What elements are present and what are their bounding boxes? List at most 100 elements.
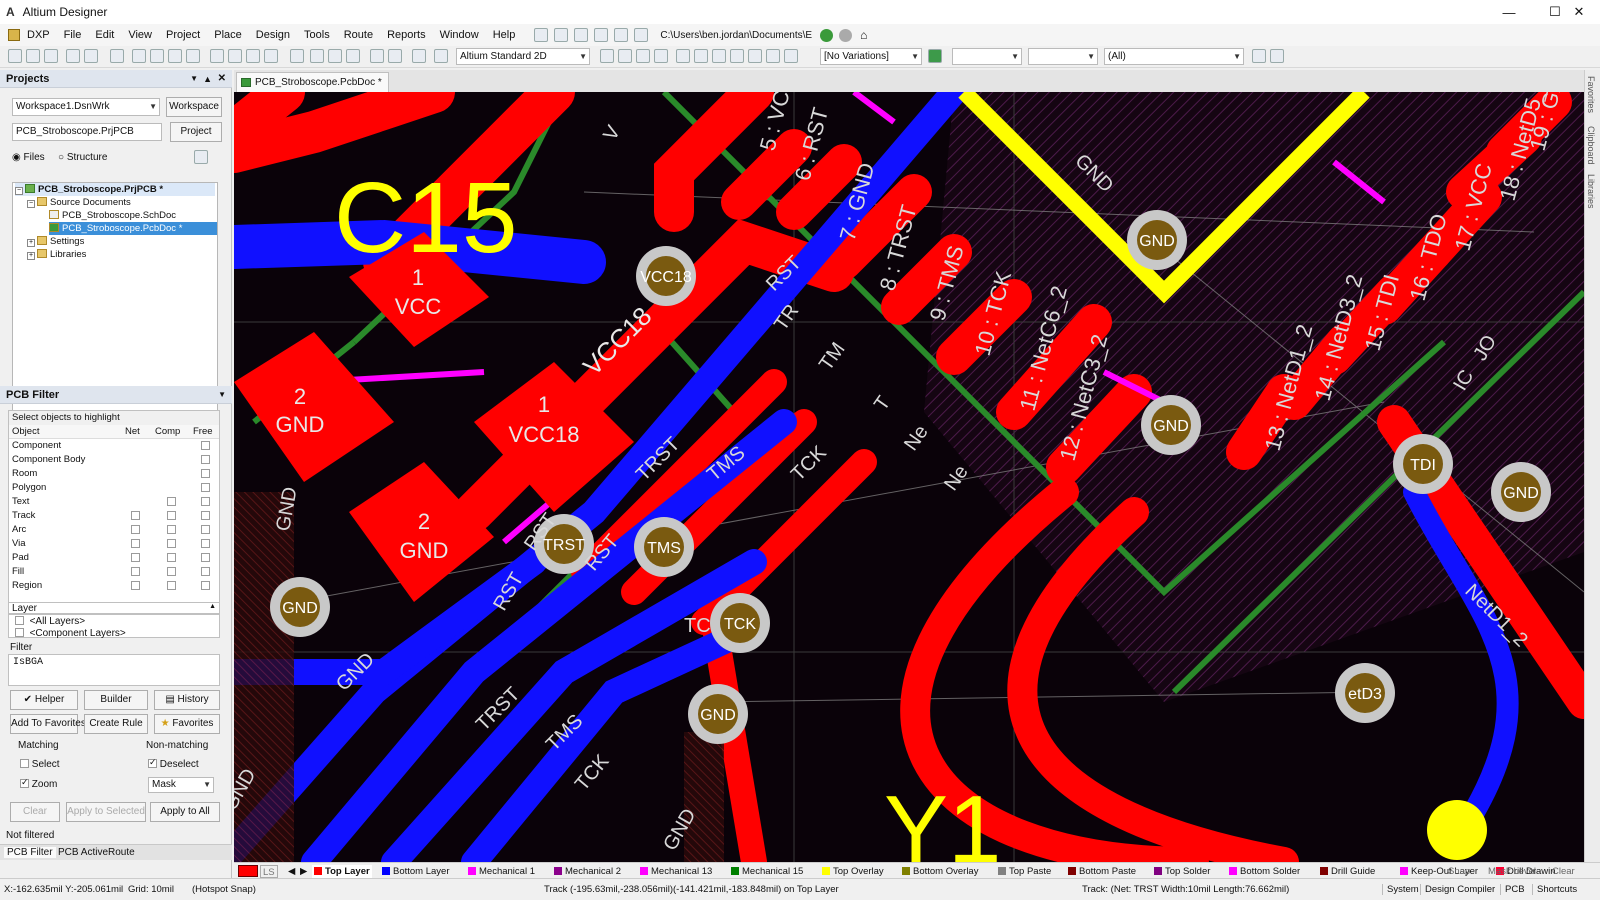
move-icon[interactable] bbox=[310, 49, 324, 63]
current-layer-swatch[interactable] bbox=[238, 865, 258, 877]
pin-icon[interactable]: ▲ bbox=[203, 70, 212, 88]
net-checkbox[interactable] bbox=[131, 511, 140, 520]
free-checkbox[interactable] bbox=[201, 581, 210, 590]
layer-tab[interactable]: Bottom Layer bbox=[382, 865, 450, 878]
tree-project[interactable]: − PCB_Stroboscope.PrjPCB * bbox=[15, 183, 215, 196]
zoom-filtered-icon[interactable] bbox=[186, 49, 200, 63]
deselect-checkbox[interactable]: Deselect bbox=[148, 757, 199, 770]
menu-window[interactable]: Window bbox=[433, 24, 486, 46]
menu-edit[interactable]: Edit bbox=[88, 24, 121, 46]
mask-level-button[interactable]: Mask Level bbox=[1488, 865, 1536, 878]
comp-checkbox[interactable] bbox=[167, 497, 176, 506]
rubber-stamp-icon[interactable] bbox=[264, 49, 278, 63]
net-checkbox[interactable] bbox=[131, 581, 140, 590]
menu-file[interactable]: File bbox=[57, 24, 89, 46]
add-to-favorites-button[interactable]: Add To Favorites bbox=[10, 714, 86, 734]
zoom-checkbox[interactable]: Zoom bbox=[20, 777, 57, 790]
comp-checkbox[interactable] bbox=[167, 581, 176, 590]
design-compiler-panel-button[interactable]: Design Compiler bbox=[1420, 884, 1495, 895]
history-button[interactable]: ▤ History bbox=[154, 690, 220, 710]
multi-route-icon[interactable] bbox=[636, 49, 650, 63]
comp-checkbox[interactable] bbox=[167, 567, 176, 576]
workspace-button[interactable]: Workspace bbox=[166, 97, 222, 117]
net-checkbox[interactable] bbox=[131, 525, 140, 534]
layer-tab[interactable]: Drill Guide bbox=[1320, 865, 1375, 878]
cross-probe-icon[interactable] bbox=[412, 49, 426, 63]
comp-checkbox[interactable] bbox=[167, 511, 176, 520]
new-icon[interactable] bbox=[8, 49, 22, 63]
component-icon[interactable] bbox=[784, 49, 798, 63]
arc-icon[interactable] bbox=[712, 49, 726, 63]
workspace-select[interactable]: Workspace1.DsnWrk ▼ bbox=[12, 98, 160, 116]
net-checkbox[interactable] bbox=[131, 553, 140, 562]
clipboard-panel-tab[interactable]: Clipboard bbox=[1586, 126, 1596, 165]
pcb-canvas[interactable]: VCC18 GND GND TRST TMS TCK GND GND etD3 TDI GND C1… bbox=[234, 92, 1584, 862]
clear-button[interactable]: Clear bbox=[10, 802, 60, 822]
apply-to-selected-button[interactable]: Apply to Selected bbox=[66, 802, 146, 822]
free-checkbox[interactable] bbox=[201, 539, 210, 548]
clear-button-layers[interactable]: Clear bbox=[1552, 865, 1575, 878]
variant-icon[interactable] bbox=[928, 49, 942, 63]
tab-pcb-activeroute[interactable]: PCB ActiveRoute bbox=[58, 847, 135, 858]
save-icon[interactable] bbox=[44, 49, 58, 63]
free-checkbox[interactable] bbox=[201, 469, 210, 478]
print-preview-icon[interactable] bbox=[84, 49, 98, 63]
zoom-fit-icon[interactable] bbox=[132, 49, 146, 63]
pad-icon[interactable] bbox=[676, 49, 690, 63]
menu-dxp[interactable]: DXP bbox=[20, 24, 57, 46]
cut-icon[interactable] bbox=[210, 49, 224, 63]
select-checkbox[interactable]: Select bbox=[20, 759, 60, 770]
builder-button[interactable]: Builder bbox=[84, 690, 148, 710]
menu-route[interactable]: Route bbox=[337, 24, 380, 46]
free-checkbox[interactable] bbox=[201, 525, 210, 534]
layer-tab[interactable]: Top Overlay bbox=[822, 865, 884, 878]
apply-to-all-button[interactable]: Apply to All bbox=[150, 802, 220, 822]
layer-tab[interactable]: Top Solder bbox=[1154, 865, 1210, 878]
forward-icon[interactable] bbox=[839, 28, 853, 42]
tab-pcbdoc[interactable]: PCB_Stroboscope.PcbDoc * bbox=[236, 72, 389, 92]
layer-tab[interactable]: Bottom Overlay bbox=[902, 865, 978, 878]
back-icon[interactable] bbox=[820, 28, 834, 42]
filter-select-b[interactable]: ▼ bbox=[1028, 48, 1098, 65]
layer-tab[interactable]: Mechanical 1 bbox=[468, 865, 535, 878]
shortcuts-panel-button[interactable]: Shortcuts bbox=[1532, 884, 1577, 895]
mask-select[interactable]: Mask ▼ bbox=[148, 777, 214, 793]
project-options-icon[interactable] bbox=[194, 150, 208, 164]
free-checkbox[interactable] bbox=[201, 441, 210, 450]
menu-view[interactable]: View bbox=[121, 24, 159, 46]
comp-checkbox[interactable] bbox=[167, 525, 176, 534]
menu-design[interactable]: Design bbox=[249, 24, 297, 46]
comp-checkbox[interactable] bbox=[167, 539, 176, 548]
free-checkbox[interactable] bbox=[201, 497, 210, 506]
free-checkbox[interactable] bbox=[201, 553, 210, 562]
view-mode-select[interactable]: Altium Standard 2D ▼ bbox=[456, 48, 590, 65]
tree-source-documents[interactable]: − Source Documents bbox=[27, 196, 131, 209]
open-icon[interactable] bbox=[26, 49, 40, 63]
layer-prev-icon[interactable]: ◀ bbox=[288, 865, 295, 878]
menu-tools[interactable]: Tools bbox=[297, 24, 337, 46]
layer-tab[interactable]: Top Layer bbox=[312, 865, 372, 878]
undo-icon[interactable] bbox=[370, 49, 384, 63]
layer-tab[interactable]: Mechanical 13 bbox=[640, 865, 712, 878]
free-checkbox[interactable] bbox=[201, 455, 210, 464]
diff-pair-icon[interactable] bbox=[618, 49, 632, 63]
tree-settings[interactable]: + Settings bbox=[27, 235, 84, 248]
layer-set-select[interactable]: LS bbox=[260, 865, 278, 878]
system-panel-button[interactable]: System bbox=[1382, 884, 1419, 895]
tree-libraries[interactable]: + Libraries bbox=[27, 248, 86, 261]
free-checkbox[interactable] bbox=[201, 567, 210, 576]
snap-button[interactable]: Snap bbox=[1448, 865, 1470, 878]
files-radio[interactable]: ◉ Files bbox=[12, 152, 45, 163]
grid-icon[interactable] bbox=[634, 28, 649, 42]
route-icon[interactable] bbox=[534, 28, 549, 42]
layer-tab[interactable]: Bottom Paste bbox=[1068, 865, 1136, 878]
place-icon[interactable] bbox=[574, 28, 589, 42]
select-area-icon[interactable] bbox=[290, 49, 304, 63]
menu-reports[interactable]: Reports bbox=[380, 24, 433, 46]
copy-icon[interactable] bbox=[228, 49, 242, 63]
clear-filter-icon[interactable] bbox=[1270, 49, 1284, 63]
minimize-icon[interactable]: — bbox=[1486, 0, 1532, 24]
net-checkbox[interactable] bbox=[131, 567, 140, 576]
project-field[interactable]: PCB_Stroboscope.PrjPCB bbox=[12, 123, 162, 141]
structure-radio[interactable]: ○ Structure bbox=[58, 152, 107, 163]
